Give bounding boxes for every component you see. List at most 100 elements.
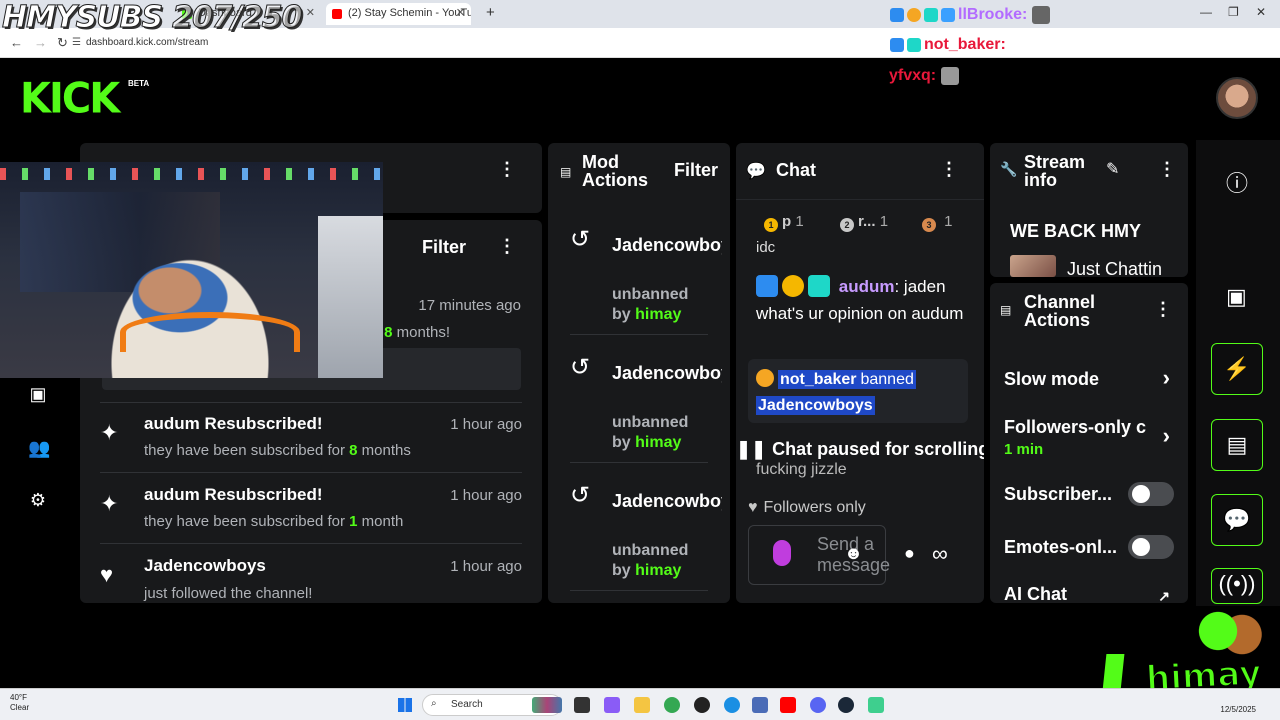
file-explorer-icon[interactable]	[634, 697, 650, 713]
copilot-icon[interactable]	[604, 697, 620, 713]
clock-date[interactable]: 12/5/2025	[1220, 705, 1256, 714]
kick-points-icon[interactable]: ●	[904, 543, 915, 564]
chevron-right-icon: ›	[1162, 365, 1170, 390]
paused-text: Chat paused for scrolling	[772, 439, 984, 459]
app-icon[interactable]	[868, 697, 884, 713]
site-info-icon[interactable]: ☰	[72, 37, 81, 48]
moderator: himay	[635, 562, 682, 579]
close-icon[interactable]: ✕	[306, 6, 315, 19]
activity-sub-text: months!	[392, 324, 451, 341]
users-icon[interactable]: 👥	[28, 438, 50, 458]
divider	[570, 590, 708, 591]
panel-title-line: Actions	[1024, 310, 1091, 330]
discord-icon[interactable]	[810, 697, 826, 713]
filter-button[interactable]: Filter	[422, 238, 466, 256]
forward-icon[interactable]: →	[34, 35, 47, 50]
chat-paused-banner[interactable]: ❚❚ Chat paused for scrolling	[736, 439, 984, 460]
mod-action-item[interactable]: ↺ Jadencowboys unbanned by himay	[570, 481, 722, 603]
url-field[interactable]: dashboard.kick.com/stream	[86, 37, 208, 48]
undo-icon: ↺	[570, 482, 591, 509]
chip-count: 1	[944, 213, 953, 230]
weather-widget[interactable]: 40°F Clear	[10, 693, 29, 713]
mod-actions-panel: ▤ ModActions Filter ↺ Jadencowboys unban…	[548, 143, 730, 603]
channel-actions-panel: ▤ Channel Actions ⋮ Slow mode › Followers-…	[990, 283, 1188, 603]
mod-target-user: Jadencowboys	[612, 491, 722, 511]
activity-item[interactable]: ✦ audum Resubscribed! 1 hour ago they ha…	[100, 402, 522, 472]
obs-icon[interactable]	[694, 697, 710, 713]
leaderboard-chip[interactable]: 3 1	[922, 213, 953, 232]
youtube-icon[interactable]	[780, 697, 796, 713]
chat-button[interactable]: 💬	[1211, 494, 1263, 546]
infinity-icon[interactable]: ∞	[932, 541, 948, 567]
subscribers-only-row[interactable]: Subscriber...	[1004, 482, 1174, 506]
leaderboard-chip[interactable]: 1p 1	[764, 213, 804, 232]
close-icon[interactable]: ✕	[456, 6, 465, 19]
widgets-icon[interactable]	[532, 697, 562, 713]
filter-button[interactable]: Filter	[674, 161, 718, 179]
tab-youtube[interactable]: (2) Stay Schemin - YouTube ✕	[326, 3, 471, 25]
activity-time: 1 hour ago	[450, 487, 522, 504]
back-icon[interactable]: ←	[10, 35, 23, 50]
action: unbanned	[612, 542, 689, 559]
more-options-icon[interactable]: ⋮	[1158, 159, 1176, 180]
activity-item[interactable]: ♥ Jadencowboys 1 hour ago just followed …	[100, 544, 522, 603]
more-options-icon[interactable]: ⋮	[498, 236, 516, 257]
reload-icon[interactable]: ↻	[57, 35, 68, 51]
ai-chat-row[interactable]: AI Chat ↗	[1004, 584, 1174, 603]
steam-icon[interactable]	[838, 697, 854, 713]
maximize-icon[interactable]: ❐	[1228, 5, 1239, 19]
panel-title: Stream info	[1024, 153, 1085, 189]
chat-input[interactable]: Send a message	[748, 525, 890, 585]
window-close-icon[interactable]: ✕	[1256, 5, 1266, 19]
mod-target-user: Jadencowboys	[612, 363, 722, 383]
sparkle-icon: ✦	[100, 491, 119, 516]
new-tab-icon[interactable]: +	[486, 4, 495, 21]
chrome-icon[interactable]	[664, 697, 680, 713]
windows-start-icon[interactable]	[398, 698, 412, 712]
mod-actions-button[interactable]: ▤	[1211, 419, 1263, 471]
stream-icon[interactable]: ▣	[28, 384, 48, 404]
beta-badge: BETA	[128, 79, 150, 88]
chip-count: 1	[795, 213, 804, 230]
emotes-toggle[interactable]	[1128, 535, 1174, 559]
subs-count: 207/250	[172, 0, 303, 36]
edge-icon[interactable]	[724, 697, 740, 713]
leaderboard-chip[interactable]: 2 r... 1	[840, 213, 888, 232]
followers-only-row[interactable]: Followers-only c 1 min ›	[1004, 417, 1174, 459]
action: unbanned	[612, 414, 689, 431]
activity-item[interactable]: ✦ audum Resubscribed! 1 hour ago they ha…	[100, 473, 522, 543]
quick-actions-button[interactable]: ⚡	[1211, 343, 1263, 395]
emotes-only-row[interactable]: Emotes-onl...	[1004, 535, 1174, 559]
ban-target: Jadencowboys	[756, 396, 875, 415]
gold-rank-icon: 1	[764, 218, 778, 232]
panel-title: Channel Actions	[1024, 293, 1095, 329]
chat-username[interactable]: audum	[839, 277, 895, 296]
more-options-icon[interactable]: ⋮	[1154, 299, 1172, 320]
minimize-icon[interactable]: —	[1200, 5, 1212, 19]
chat-bubble-icon: 💬	[1223, 507, 1251, 532]
string-lights	[0, 168, 383, 180]
info-icon[interactable]: ⓘ	[1226, 166, 1248, 198]
chip-name: p	[782, 213, 792, 230]
task-view-icon[interactable]	[574, 697, 590, 713]
ban-notice: not_baker banned Jadencowboys	[748, 359, 968, 423]
mod-action-text: unbanned by himay	[612, 413, 688, 453]
lightning-icon: ⚡	[1223, 356, 1251, 381]
user-avatar[interactable]	[1216, 77, 1258, 119]
edit-icon[interactable]: ✎	[1106, 159, 1119, 179]
row-label: Subscriber...	[1004, 484, 1113, 504]
followers-only-indicator: ♥ Followers only	[748, 499, 866, 517]
more-options-icon[interactable]: ⋮	[498, 159, 516, 180]
emoji-icon[interactable]: ☻	[844, 543, 863, 564]
more-options-icon[interactable]: ⋮	[940, 159, 958, 180]
chat-message[interactable]: audum: jaden what's ur opinion on audum	[756, 273, 976, 327]
document-icon: ▤	[560, 165, 572, 179]
kick-logo[interactable]: KICK	[20, 75, 120, 123]
stream-preview-icon[interactable]: ▣	[1226, 284, 1247, 310]
store-icon[interactable]	[752, 697, 768, 713]
panel-title: Mod Actions	[582, 153, 648, 189]
subscribers-toggle[interactable]	[1128, 482, 1174, 506]
microphone-icon[interactable]	[773, 540, 791, 566]
slow-mode-row[interactable]: Slow mode ›	[1004, 365, 1174, 390]
gear-icon[interactable]: ⚙	[28, 490, 48, 510]
